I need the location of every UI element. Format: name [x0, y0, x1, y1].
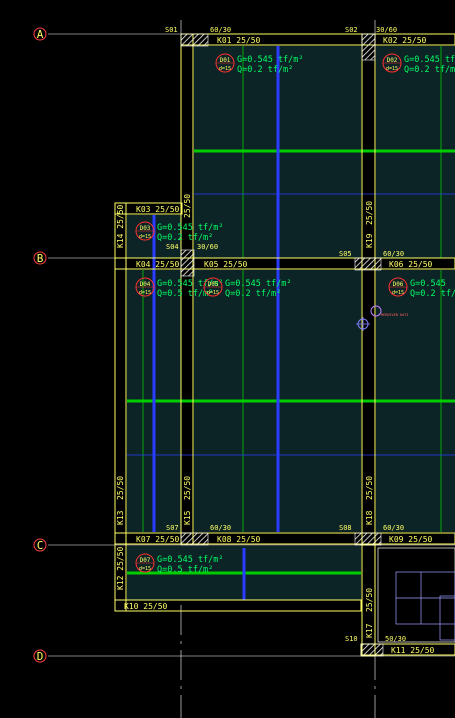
svg-text:25/50: 25/50 [365, 476, 374, 500]
svg-text:Q=0.5 tf/m²: Q=0.5 tf/m² [157, 565, 213, 575]
axis-bubble-a[interactable]: A [33, 27, 47, 41]
svg-text:K07 25/50: K07 25/50 [136, 535, 180, 544]
svg-text:d=15: d=15 [386, 66, 398, 72]
slab-fills [127, 46, 455, 600]
column-size: 30/60 [197, 243, 218, 251]
svg-text:Q=0.2 tf/m²: Q=0.2 tf/m² [237, 65, 293, 75]
column-label: S07 [166, 524, 179, 532]
svg-text:D07: D07 [140, 557, 151, 564]
axis-label: C [37, 539, 44, 552]
axis-label: A [37, 28, 44, 41]
svg-text:G=0.545 tf/m²: G=0.545 tf/m² [237, 55, 304, 65]
small-note: MERDIVEN KATI [381, 313, 408, 317]
svg-text:Q=0.2 tf/m²: Q=0.2 tf/m² [410, 289, 455, 299]
column-s08 [354, 532, 382, 546]
svg-text:25/50: 25/50 [365, 201, 374, 225]
svg-text:D05: D05 [208, 281, 219, 288]
svg-text:Q=0.2 tf/m²: Q=0.2 tf/m² [225, 289, 281, 299]
column-size: 30/60 [376, 26, 397, 34]
axis-label: D [37, 650, 44, 663]
column-label: S10 [345, 635, 358, 643]
svg-text:D03: D03 [140, 225, 151, 232]
axis-bubble-c[interactable]: C [33, 538, 47, 552]
column-s05 [354, 257, 382, 271]
column-size: 60/30 [210, 26, 231, 34]
svg-text:d=15: d=15 [139, 566, 151, 572]
svg-text:K08 25/50: K08 25/50 [217, 535, 261, 544]
svg-text:K13: K13 [116, 510, 125, 525]
svg-text:K09 25/50: K09 25/50 [389, 535, 433, 544]
svg-text:K17: K17 [365, 623, 374, 638]
svg-text:K15: K15 [183, 510, 192, 525]
column-label: S01 [165, 26, 178, 34]
column-size: 60/30 [383, 524, 404, 532]
svg-text:K11 25/50: K11 25/50 [391, 646, 435, 655]
axis-bubble-b[interactable]: B [33, 251, 47, 265]
column-s02 [361, 33, 376, 61]
svg-text:K06 25/50: K06 25/50 [389, 260, 433, 269]
svg-text:D06: D06 [393, 281, 404, 288]
svg-text:K18: K18 [365, 510, 374, 525]
stair-detail [377, 547, 455, 643]
svg-text:d=15: d=15 [392, 290, 404, 296]
column-label: S05 [339, 250, 352, 258]
svg-text:Q=0.2 tf/m²: Q=0.2 tf/m² [157, 233, 213, 243]
svg-text:K04 25/50: K04 25/50 [136, 260, 180, 269]
column-s07 [180, 532, 209, 546]
svg-text:K02 25/50: K02 25/50 [383, 36, 427, 45]
svg-text:25/50: 25/50 [183, 194, 192, 218]
svg-text:d=15: d=15 [139, 290, 151, 296]
column-size: 60/30 [383, 250, 404, 258]
svg-text:d=15: d=15 [139, 234, 151, 240]
column-s10 [360, 643, 384, 657]
svg-text:D01: D01 [220, 57, 231, 64]
svg-text:K12 25/50: K12 25/50 [116, 546, 125, 590]
column-label: S08 [339, 524, 352, 532]
column-s04 [180, 249, 195, 277]
svg-text:G=0.545: G=0.545 [410, 279, 446, 289]
axis-bubble-d[interactable]: D [33, 649, 47, 663]
svg-text:d=15: d=15 [219, 66, 231, 72]
svg-text:K05 25/50: K05 25/50 [204, 260, 248, 269]
column-label: S02 [345, 26, 358, 34]
svg-text:K01 25/50: K01 25/50 [217, 36, 261, 45]
svg-text:K03 25/50: K03 25/50 [136, 205, 180, 214]
svg-text:D02: D02 [387, 57, 398, 64]
svg-text:G=0.545 tf/m²: G=0.545 tf/m² [157, 223, 224, 233]
svg-text:25/50: 25/50 [365, 588, 374, 612]
svg-text:25/50: 25/50 [116, 476, 125, 500]
svg-text:Q=0.2 tf/m²: Q=0.2 tf/m² [404, 65, 455, 75]
cad-drawing-canvas[interactable]: A B C D S01 60/30 S02 30/60 S04 30/60 S0… [0, 0, 455, 718]
svg-text:K19: K19 [365, 233, 374, 248]
svg-text:D04: D04 [140, 281, 151, 288]
column-s01 [180, 33, 209, 47]
axis-label: B [37, 252, 44, 265]
svg-text:G=0.545 tf/m²: G=0.545 tf/m² [157, 555, 224, 565]
column-label: S04 [166, 243, 179, 251]
column-size: 60/30 [210, 524, 231, 532]
svg-text:25/50: 25/50 [183, 476, 192, 500]
svg-text:K14 25/50: K14 25/50 [116, 204, 125, 248]
svg-text:G=0.545 tf/m²: G=0.545 tf/m² [225, 279, 292, 289]
svg-text:K10 25/50: K10 25/50 [124, 602, 168, 611]
svg-text:G=0.545 tf/m²: G=0.545 tf/m² [404, 55, 455, 65]
svg-text:d=15: d=15 [207, 290, 219, 296]
